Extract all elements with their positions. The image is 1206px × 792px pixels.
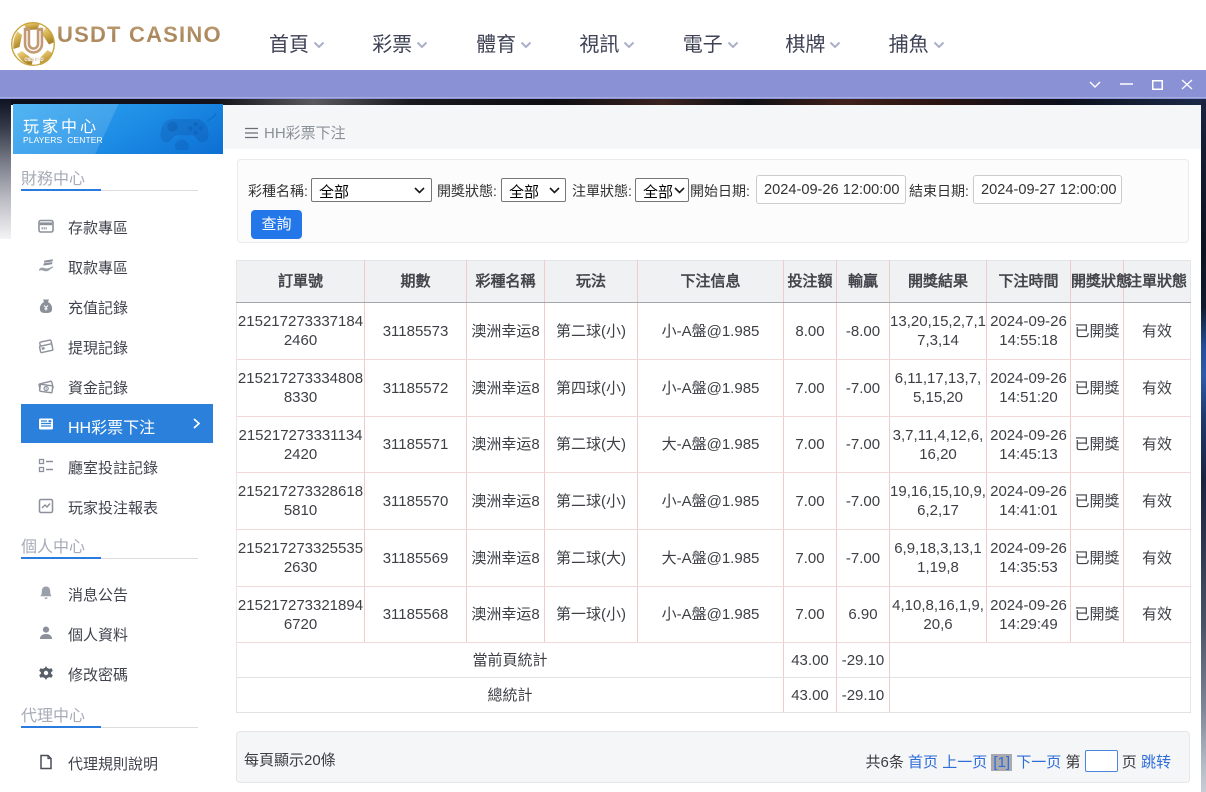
svg-text:casino: casino: [24, 57, 43, 63]
